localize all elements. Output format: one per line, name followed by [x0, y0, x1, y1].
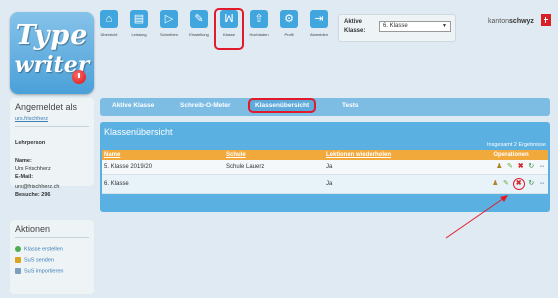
cell-school: Schule Lauerz [224, 160, 324, 175]
toolbar-label: Abmelden [309, 32, 328, 37]
toolbar-uebersicht-button[interactable]: ⌂ Übersicht [96, 10, 122, 48]
table-row: 5. Klasse 2019/20 Schule Lauerz Ja ♟ ✎ ✖… [102, 160, 548, 175]
divider [15, 237, 89, 238]
cell-repeat: Ja [324, 160, 474, 175]
class-dropdown-value: 6. Klasse [383, 23, 408, 29]
cell-repeat: Ja [324, 174, 474, 194]
edit-icon[interactable]: ✎ [502, 180, 510, 188]
toolbar-label: Einstellung [189, 32, 209, 37]
login-username[interactable]: urs.frischherz [15, 116, 48, 123]
transfer-icon[interactable]: ⇔ [538, 180, 546, 188]
toolbar-klasse-button[interactable]: ꟽ Klasse [214, 8, 244, 50]
tab-schreib-o-meter[interactable]: Schreib-O-Meter [180, 102, 231, 109]
tab-aktive-klasse[interactable]: Aktive Klasse [112, 102, 154, 109]
power-dot-icon [72, 70, 86, 84]
column-operations-header: Operationen [474, 150, 548, 160]
toolbar-hochladen-button[interactable]: ⇧ Hochladen [246, 10, 272, 48]
column-repeat-header[interactable]: Lektionen wiederholen [324, 150, 474, 160]
wrench-icon: ✎ [190, 10, 208, 28]
logout-icon: ⇥ [310, 10, 328, 28]
home-icon: ⌂ [100, 10, 118, 28]
import-icon [15, 268, 21, 274]
chevron-down-icon: ▼ [442, 23, 447, 29]
login-heading: Angemeldet als [15, 102, 78, 112]
canton-flag-icon [541, 14, 551, 26]
logo-word-type: Type [15, 20, 89, 51]
tab-tests[interactable]: Tests [342, 102, 359, 109]
toolbar-schreiben-button[interactable]: ▷ Schreiben [156, 10, 182, 48]
divider [15, 126, 89, 127]
cell-operations: ♟ ✎ ✖ ↻ ⇔ [474, 160, 548, 175]
active-class-selector: Aktive Klasse: 6. Klasse ▼ [338, 14, 456, 42]
email-value: urs@frischherz.ch [15, 184, 60, 190]
table-row: 6. Klasse Ja ♟ ✎ ✖ ↻ ⇔ [102, 174, 548, 194]
delete-icon[interactable]: ✖ [512, 178, 525, 190]
email-label: E-Mail: [15, 174, 34, 180]
transfer-icon[interactable]: ⇔ [538, 163, 546, 171]
cell-name: 6. Klasse [102, 174, 224, 194]
add-icon [15, 246, 21, 252]
annotation-arrow [445, 195, 508, 239]
brand-kanton-schwyz: kantonschwyz [488, 18, 534, 25]
toolbar-einstellung-button[interactable]: ✎ Einstellung [186, 10, 212, 48]
class-dropdown[interactable]: 6. Klasse ▼ [379, 21, 451, 32]
toolbar-leistung-button[interactable]: ▤ Leistung [126, 10, 152, 48]
refresh-icon[interactable]: ↻ [527, 180, 535, 188]
visit-count: Besuche: 296 [15, 192, 51, 198]
panel-title: Klassenübersicht [104, 127, 173, 137]
edit-icon[interactable]: ✎ [506, 163, 514, 171]
cell-school [224, 174, 324, 194]
toolbar-abmelden-button[interactable]: ⇥ Abmelden [306, 10, 332, 48]
main-toolbar: ⌂ Übersicht ▤ Leistung ▷ Schreiben ✎ Ein… [96, 8, 340, 50]
actions-panel: Aktionen Klasse erstellen SuS senden SuS… [10, 220, 94, 294]
toolbar-profil-button[interactable]: ⚙ Profil [276, 10, 302, 48]
column-school-header[interactable]: Schule [224, 150, 324, 160]
active-class-label: Aktive Klasse: [344, 19, 366, 34]
gear-icon: ⚙ [280, 10, 298, 28]
login-role: Lehrperson [15, 140, 46, 146]
delete-icon[interactable]: ✖ [517, 163, 525, 171]
toolbar-label: Klasse [222, 32, 235, 37]
toolbar-label: Leistung [131, 32, 147, 37]
people-icon: ꟽ [220, 10, 238, 28]
cell-name: 5. Klasse 2019/20 [102, 160, 224, 175]
class-table: Name Schule Lektionen wiederholen Operat… [102, 150, 548, 194]
result-count: Insgesamt 2 Ergebnisse [486, 142, 546, 148]
toolbar-label: Profil [284, 32, 294, 37]
play-icon: ▷ [160, 10, 178, 28]
login-info-panel: Angemeldet als urs.frischherz Lehrperson… [10, 98, 94, 186]
create-class-link[interactable]: Klasse erstellen [15, 246, 63, 252]
typewriter-logo[interactable]: Type writer [10, 12, 94, 94]
table-header-row: Name Schule Lektionen wiederholen Operat… [102, 150, 548, 160]
class-tabs: Aktive Klasse Schreib-O-Meter Klassenübe… [100, 98, 550, 116]
tab-klassenuebersicht[interactable]: Klassenübersicht [247, 98, 317, 113]
toolbar-label: Übersicht [100, 32, 118, 37]
chart-icon: ▤ [130, 10, 148, 28]
toolbar-label: Hochladen [249, 32, 269, 37]
refresh-icon[interactable]: ↻ [527, 163, 535, 171]
send-students-link[interactable]: SuS senden [15, 257, 54, 263]
import-students-link[interactable]: SuS importieren [15, 268, 63, 274]
column-name-header[interactable]: Name [102, 150, 224, 160]
name-value: Urs Frischherz [15, 166, 51, 172]
actions-heading: Aktionen [15, 224, 51, 234]
students-icon[interactable]: ♟ [491, 180, 499, 188]
send-icon [15, 257, 21, 263]
cell-operations: ♟ ✎ ✖ ↻ ⇔ [474, 174, 548, 194]
upload-icon: ⇧ [250, 10, 268, 28]
toolbar-label: Schreiben [159, 32, 178, 37]
students-icon[interactable]: ♟ [495, 163, 503, 171]
name-label: Name: [15, 158, 32, 164]
